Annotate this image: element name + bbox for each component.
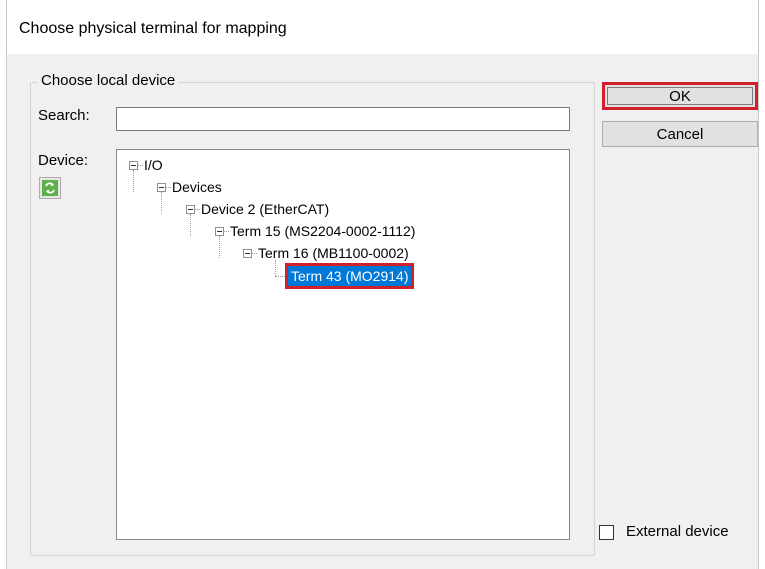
tree-node-term16[interactable]: Term 16 (MB1100-0002) — [258, 243, 409, 263]
ok-button[interactable]: OK — [602, 82, 758, 110]
collapse-device2-icon[interactable] — [186, 205, 195, 214]
device-tree[interactable]: I/O Devices Device 2 (EtherCAT) Term 15 … — [116, 149, 570, 540]
title-bar: Choose physical terminal for mapping — [7, 0, 758, 54]
tree-line — [252, 253, 257, 254]
tree-line — [166, 187, 171, 188]
tree-line — [219, 236, 220, 258]
refresh-icon — [42, 180, 58, 196]
tree-node-term15[interactable]: Term 15 (MS2204-0002-1112) — [230, 221, 415, 241]
tree-line — [275, 276, 285, 277]
dialog-title: Choose physical terminal for mapping — [19, 20, 287, 37]
ok-button-label: OK — [669, 87, 691, 105]
device-label: Device: — [38, 152, 89, 169]
collapse-term16-icon[interactable] — [243, 249, 252, 258]
search-input[interactable] — [116, 107, 570, 131]
tree-node-device2[interactable]: Device 2 (EtherCAT) — [201, 199, 329, 219]
collapse-term15-icon[interactable] — [215, 227, 224, 236]
tree-line — [224, 231, 229, 232]
search-label: Search: — [38, 107, 90, 124]
tree-line — [133, 170, 134, 192]
tree-node-devices[interactable]: Devices — [172, 177, 222, 197]
cancel-button-label: Cancel — [656, 125, 704, 143]
tree-line — [161, 192, 162, 214]
collapse-io-icon[interactable] — [129, 161, 138, 170]
tree-node-io[interactable]: I/O — [144, 155, 163, 175]
dialog-window: Choose physical terminal for mapping Cho… — [6, 0, 759, 569]
cancel-button[interactable]: Cancel — [602, 121, 758, 147]
group-legend: Choose local device — [38, 72, 179, 89]
tree-node-term43[interactable]: Term 43 (MO2914) — [284, 263, 415, 289]
collapse-devices-icon[interactable] — [157, 183, 166, 192]
refresh-button[interactable] — [39, 177, 61, 199]
tree-line — [275, 260, 276, 276]
external-device-checkbox[interactable] — [599, 525, 614, 540]
tree-line — [190, 214, 191, 236]
tree-line — [138, 165, 143, 166]
tree-line — [195, 209, 200, 210]
external-device-label: External device — [626, 523, 729, 540]
